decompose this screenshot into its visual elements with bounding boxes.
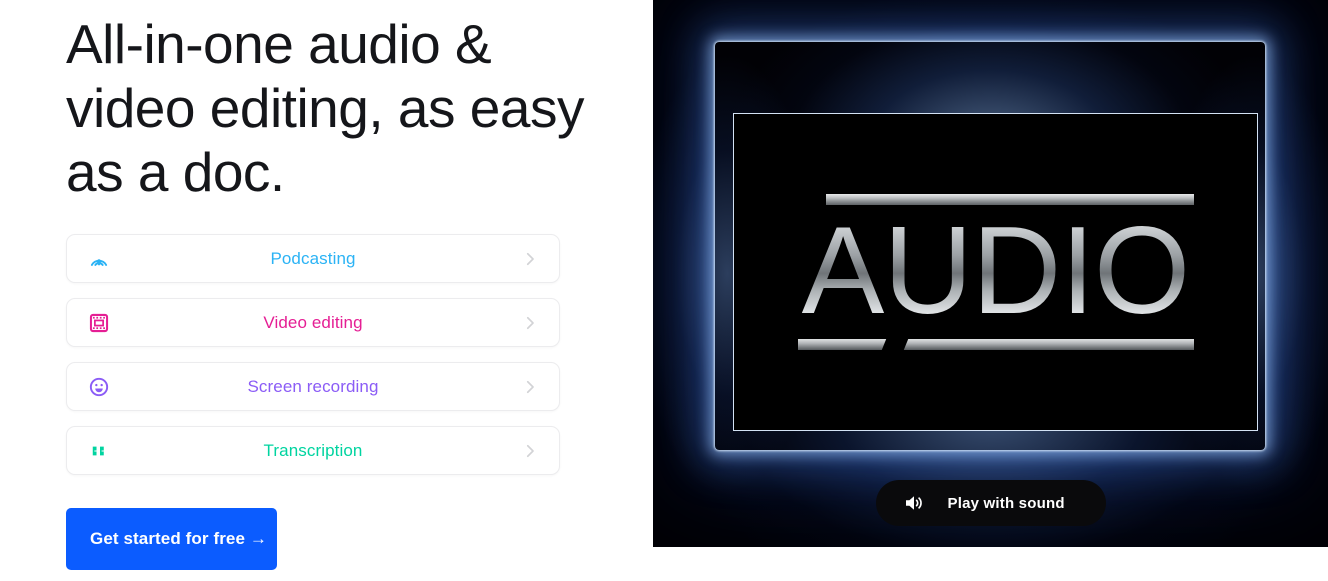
page-title: All-in-one audio & video editing, as eas… xyxy=(66,13,584,203)
audio-logo-mark: AUDIO xyxy=(797,194,1194,351)
feature-row-screen-recording[interactable]: Screen recording xyxy=(66,362,560,411)
feature-list: Podcasting Video editing Screen recordin… xyxy=(66,234,560,490)
chevron-right-icon[interactable] xyxy=(519,376,541,398)
get-started-button[interactable]: Get started for free → xyxy=(66,508,277,570)
audio-logo-text: AUDIO xyxy=(798,208,1194,334)
chevron-right-icon[interactable] xyxy=(519,440,541,462)
play-with-sound-label: Play with sound xyxy=(947,494,1065,512)
feature-label-screen-recording: Screen recording xyxy=(247,376,379,396)
broadcast-icon xyxy=(87,247,111,271)
chevron-right-icon[interactable] xyxy=(519,248,541,270)
quote-marks-icon xyxy=(87,439,111,463)
feature-row-transcription[interactable]: Transcription xyxy=(66,426,560,475)
hero-section: All-in-one audio & video editing, as eas… xyxy=(0,0,1328,581)
hero-left-column: All-in-one audio & video editing, as eas… xyxy=(0,0,653,581)
video-player[interactable]: AUDIO Play with sound xyxy=(653,0,1328,547)
feature-row-podcasting[interactable]: Podcasting xyxy=(66,234,560,283)
video-screen: AUDIO xyxy=(733,113,1258,431)
feature-label-transcription: Transcription xyxy=(263,440,363,460)
smiley-face-icon xyxy=(87,375,111,399)
chevron-right-icon[interactable] xyxy=(519,312,541,334)
speaker-icon xyxy=(902,491,926,515)
feature-row-video-editing[interactable]: Video editing xyxy=(66,298,560,347)
feature-label-podcasting: Podcasting xyxy=(270,248,356,268)
audio-logo-bar-notch xyxy=(880,338,909,351)
feature-label-video-editing: Video editing xyxy=(263,312,363,332)
film-strip-icon xyxy=(87,311,111,335)
audio-logo-bottom-bar xyxy=(797,338,1194,351)
play-with-sound-button[interactable]: Play with sound xyxy=(875,480,1106,526)
